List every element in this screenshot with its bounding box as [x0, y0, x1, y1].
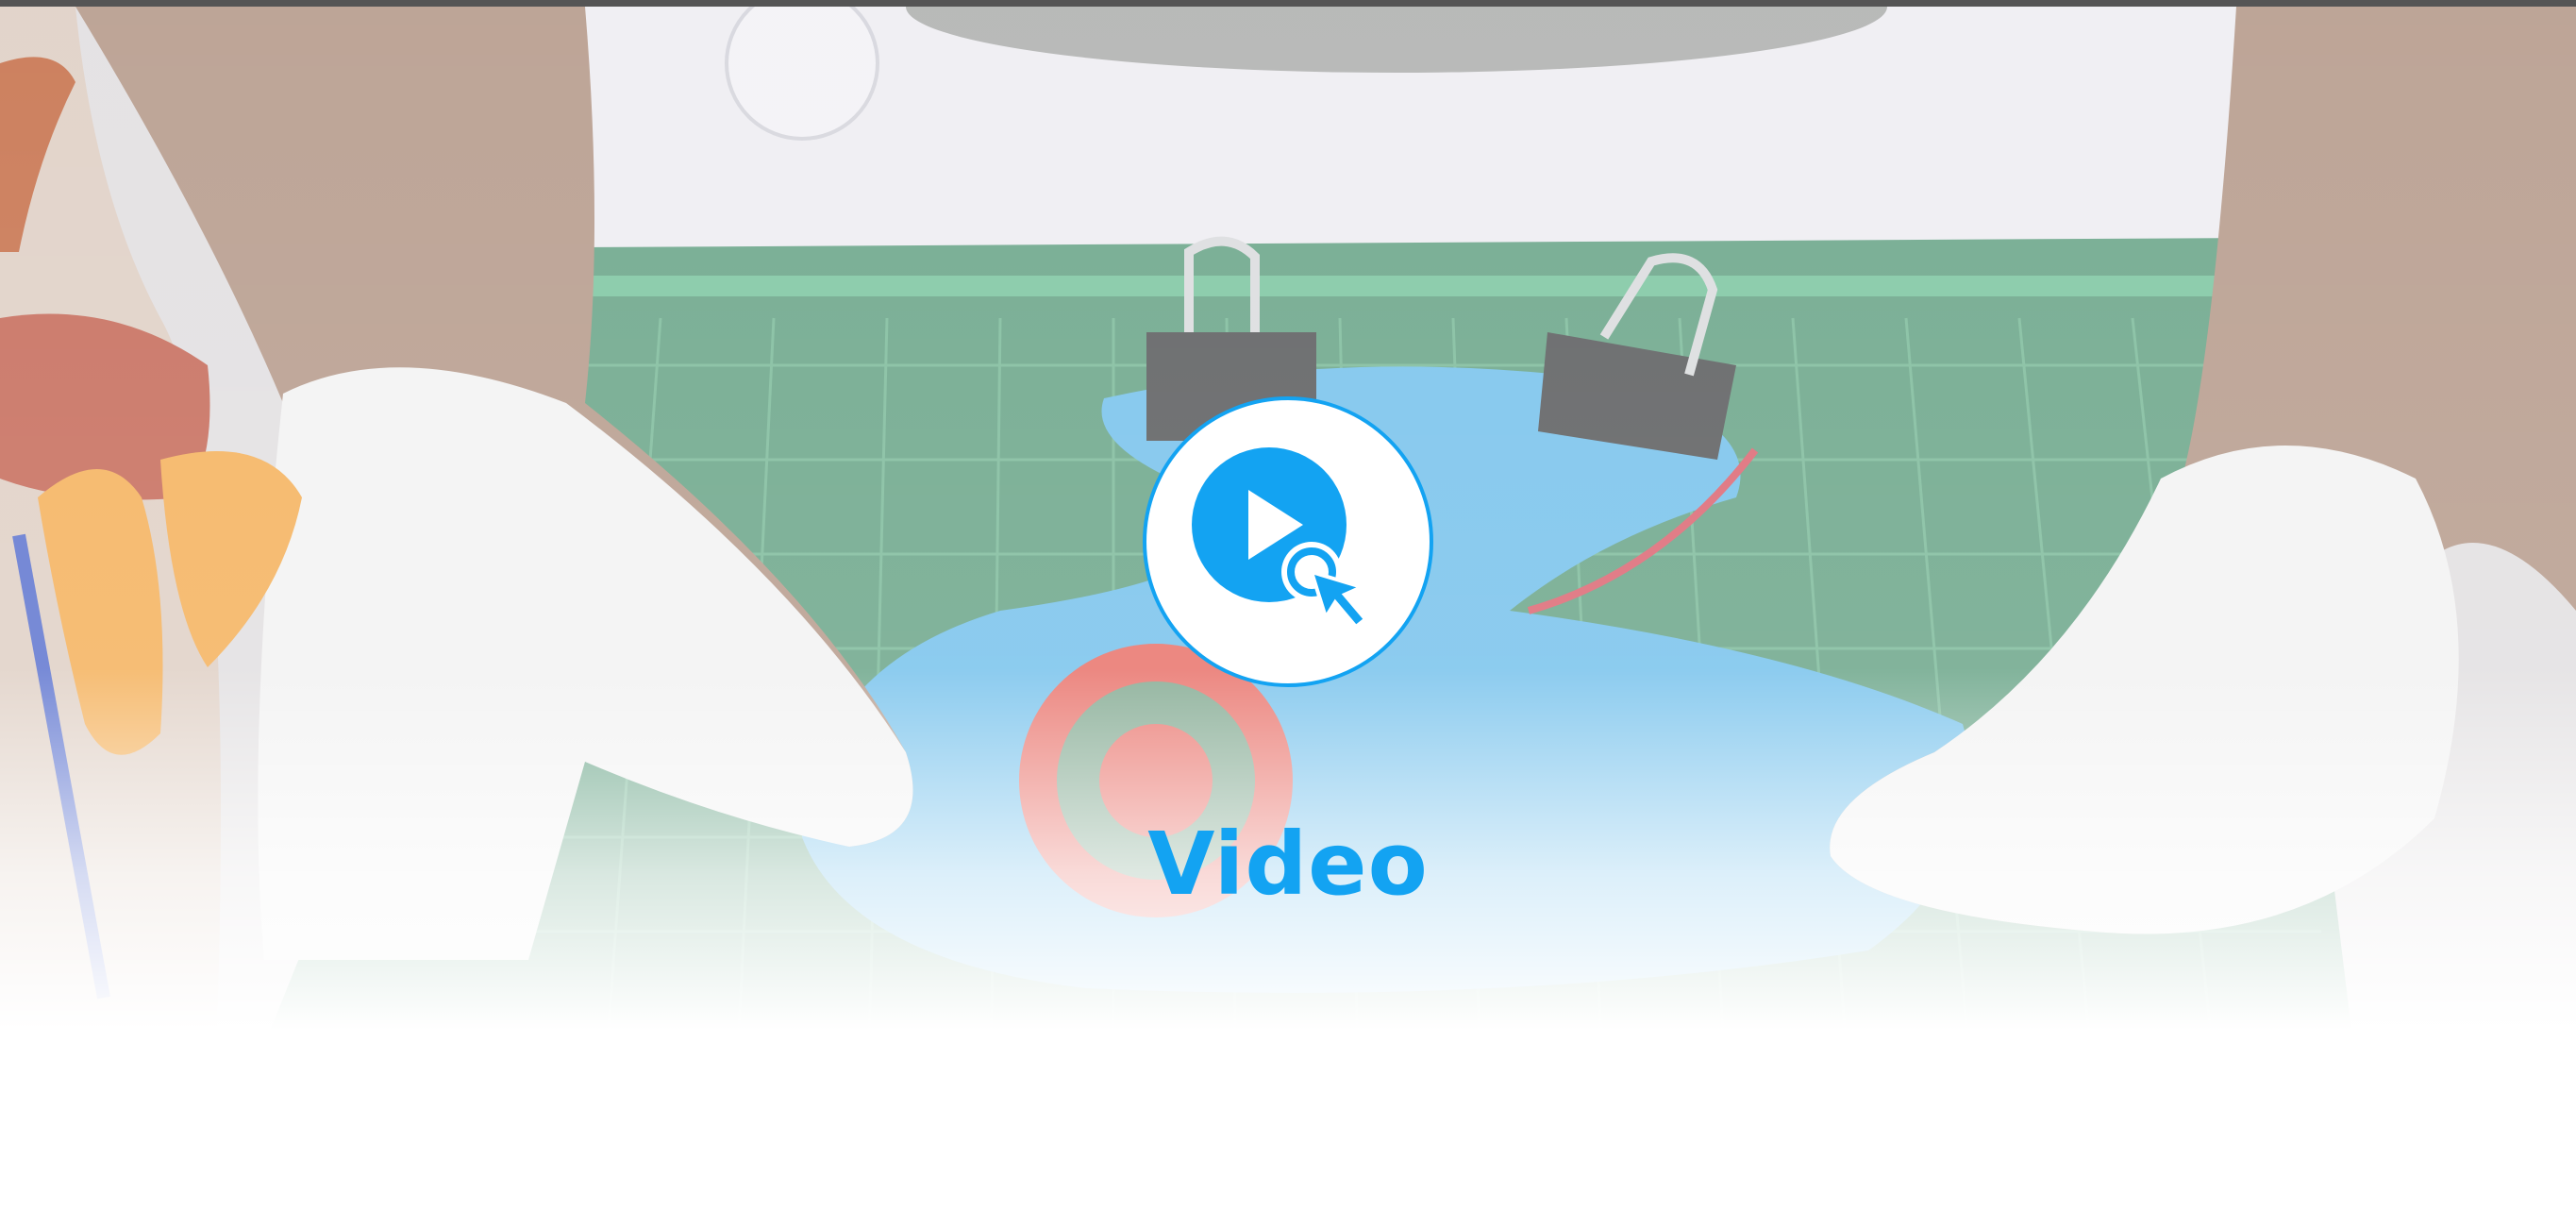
- top-bar: [0, 0, 2576, 7]
- video-play-button[interactable]: [1143, 396, 1433, 687]
- video-label[interactable]: Video: [1052, 814, 1524, 915]
- video-hero: Video: [0, 7, 2576, 1211]
- video-play-cursor-icon: [1192, 447, 1368, 630]
